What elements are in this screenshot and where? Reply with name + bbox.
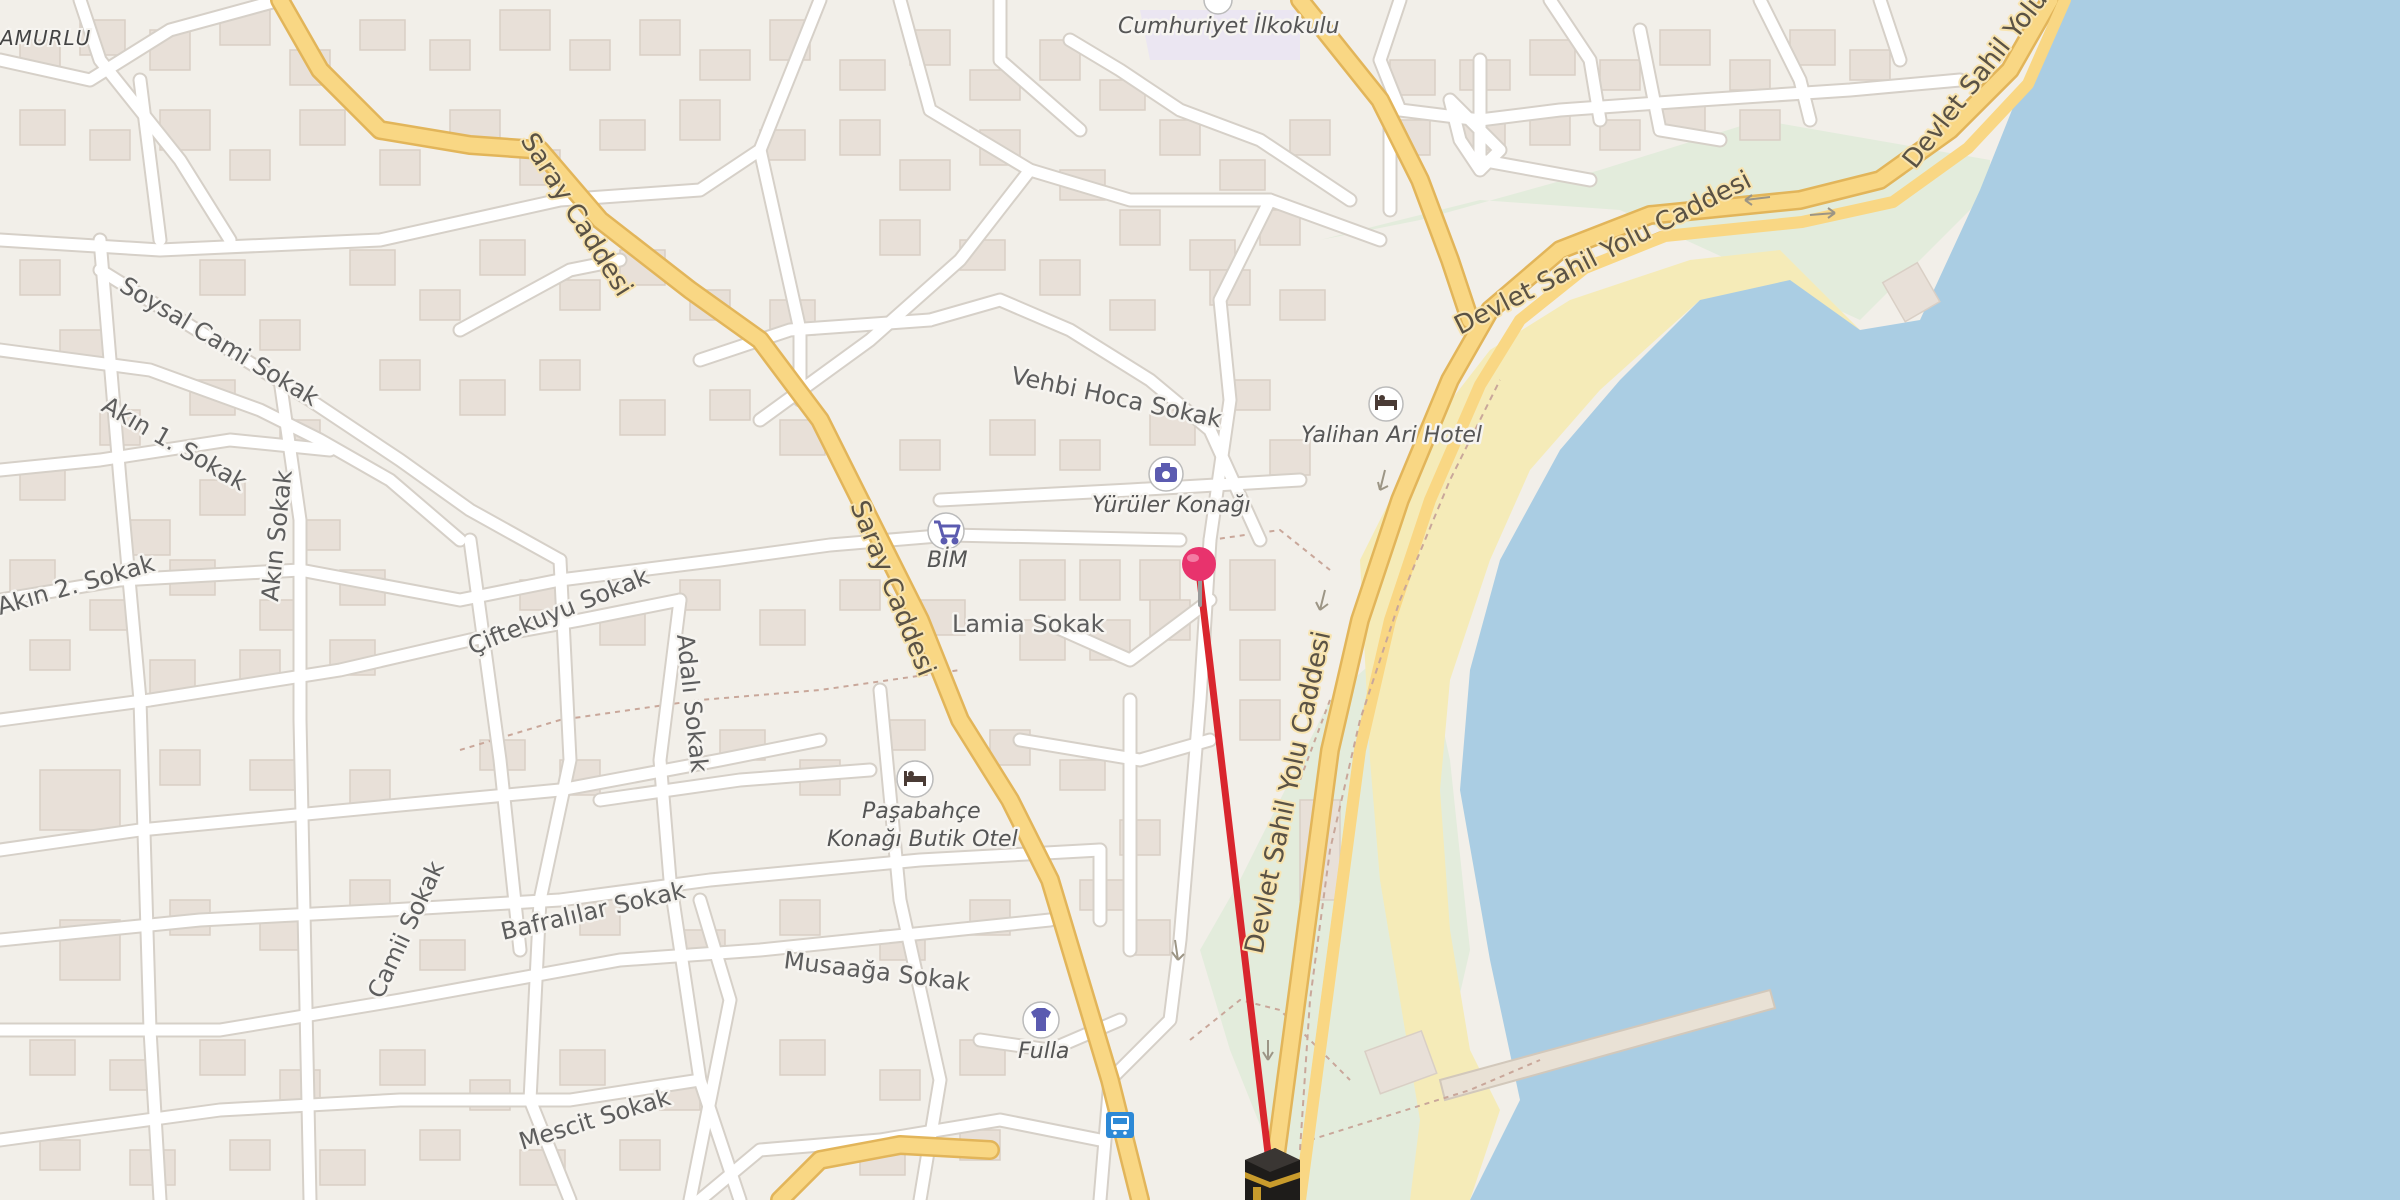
- poi-label-fulla: Fulla: [1018, 1039, 1069, 1064]
- district-label: AMURLU: [0, 26, 91, 50]
- poi-label-bim: BİM: [927, 547, 968, 573]
- map-view[interactable]: AMURLU Saray Caddesi Saray Caddesi Devle…: [0, 0, 2400, 1200]
- map-canvas[interactable]: AMURLU Saray Caddesi Saray Caddesi Devle…: [0, 0, 2400, 1200]
- map-pin-icon: [1182, 547, 1216, 581]
- poi-label-school: Cumhuriyet İlkokulu: [1118, 13, 1340, 39]
- street-label-lamia: Lamia Sokak: [952, 610, 1105, 638]
- poi-label-yuruler-konagi: Yürüler Konağı: [1092, 493, 1251, 518]
- poi-label-pasabahce: Paşabahçe: [862, 799, 981, 824]
- bus-stop[interactable]: [1106, 1112, 1134, 1138]
- poi-label-konagi-butik-otel: Konağı Butik Otel: [827, 827, 1018, 852]
- poi-label-yalihan-ari-hotel: Yalihan Ari Hotel: [1301, 423, 1482, 448]
